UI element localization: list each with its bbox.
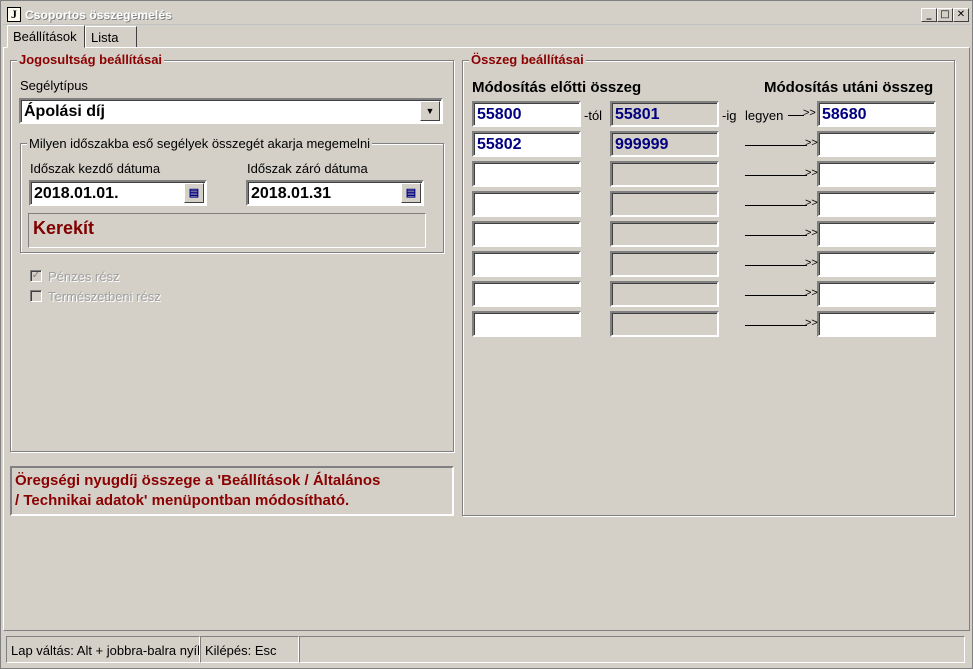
- new-amount-input[interactable]: [817, 221, 936, 247]
- new-amount-input[interactable]: [817, 251, 936, 277]
- legyen-label: legyen: [745, 108, 784, 123]
- arrow-icon: >>: [745, 137, 818, 150]
- status-bar: Lap váltás: Alt + jobbra-balra nyíl Kilé…: [3, 636, 970, 664]
- to-amount-field: [610, 251, 719, 277]
- info-message: Öregségi nyugdíj összege a 'Beállítások …: [10, 466, 454, 516]
- arrow-head: >>: [805, 227, 818, 239]
- start-date-field[interactable]: 2018.01.01. ▤: [29, 180, 207, 206]
- new-amount-input[interactable]: [817, 131, 936, 157]
- title-bar[interactable]: J Csoportos összegemelés _ □ ✕: [3, 3, 970, 25]
- minimize-button[interactable]: _: [921, 8, 937, 22]
- to-amount-field: 55801: [610, 101, 719, 127]
- start-date-label: Időszak kezdő dátuma: [30, 161, 161, 176]
- to-amount-field: 999999: [610, 131, 719, 157]
- end-date-field[interactable]: 2018.01.31 ▤: [246, 180, 424, 206]
- penzes-checkbox[interactable]: ✓: [30, 270, 42, 282]
- arrow-head: >>: [803, 107, 816, 119]
- arrow-head: >>: [805, 137, 818, 149]
- period-group-title: Milyen időszakba eső segélyek összegét a…: [27, 136, 373, 151]
- to-amount-field: [610, 311, 719, 337]
- to-amount-field: [610, 161, 719, 187]
- penzes-label: Pénzes rész: [48, 269, 120, 284]
- termeszetbeni-label: Természetbeni rész: [48, 289, 161, 304]
- calendar-icon[interactable]: ▤: [184, 183, 204, 203]
- new-amount-input[interactable]: [817, 191, 936, 217]
- close-button[interactable]: ✕: [953, 8, 969, 22]
- arrow-icon: >>: [745, 257, 818, 270]
- arrow-icon: >>: [745, 287, 818, 300]
- end-date-label: Időszak záró dátuma: [247, 161, 368, 176]
- arrow-head: >>: [805, 257, 818, 269]
- arrow-icon: >>: [745, 197, 818, 210]
- from-amount-input[interactable]: [472, 251, 581, 277]
- termeszetbeni-checkbox[interactable]: [30, 290, 42, 302]
- arrow-icon: >>: [745, 227, 818, 240]
- header-after: Módosítás utáni összeg: [764, 79, 934, 96]
- status-exit: Kilépés: Esc: [200, 636, 299, 663]
- from-amount-input[interactable]: [472, 281, 581, 307]
- start-date-value: 2018.01.01.: [34, 185, 119, 202]
- info-line-1: Öregségi nyugdíj összege a 'Beállítások …: [15, 472, 381, 489]
- window-title: Csoportos összegemelés: [25, 8, 172, 22]
- from-amount-input[interactable]: [472, 311, 581, 337]
- from-amount-input[interactable]: 55802: [472, 131, 581, 157]
- application-window: J Csoportos összegemelés _ □ ✕ Beállítás…: [0, 0, 973, 669]
- new-amount-input[interactable]: [817, 281, 936, 307]
- tab-beallitasok[interactable]: Beállítások: [7, 25, 85, 48]
- segelytipus-select[interactable]: Ápolási díj ▼: [19, 98, 443, 124]
- end-date-value: 2018.01.31: [251, 185, 332, 202]
- arrow-icon: >>: [745, 317, 818, 330]
- arrow-head: >>: [805, 287, 818, 299]
- from-amount-input[interactable]: [472, 221, 581, 247]
- maximize-button[interactable]: □: [937, 8, 953, 22]
- arrow-head: >>: [805, 197, 818, 209]
- segelytipus-value: Ápolási díj: [24, 103, 105, 120]
- tol-label: -tól: [584, 108, 603, 123]
- to-amount-field: [610, 281, 719, 307]
- segelytipus-label: Segélytípus: [20, 78, 88, 93]
- status-nav: Lap váltás: Alt + jobbra-balra nyíl: [6, 636, 200, 663]
- osszeg-group-title: Összeg beállításai: [469, 52, 586, 67]
- new-amount-input[interactable]: 58680: [817, 101, 936, 127]
- to-amount-field: [610, 221, 719, 247]
- status-extra: [299, 636, 965, 663]
- calendar-icon[interactable]: ▤: [401, 183, 421, 203]
- arrow-head: >>: [805, 167, 818, 179]
- chevron-down-icon[interactable]: ▼: [420, 101, 440, 121]
- ig-label: -ig: [722, 108, 737, 123]
- kerekit-button[interactable]: Kerekít: [28, 213, 426, 248]
- from-amount-input[interactable]: [472, 191, 581, 217]
- tab-lista[interactable]: Lista: [85, 26, 137, 48]
- new-amount-input[interactable]: [817, 311, 936, 337]
- new-amount-input[interactable]: [817, 161, 936, 187]
- jogosultsag-group-title: Jogosultság beállításai: [17, 52, 165, 67]
- to-amount-field: [610, 191, 719, 217]
- from-amount-input[interactable]: 55800: [472, 101, 581, 127]
- header-before: Módosítás előtti összeg: [472, 79, 642, 96]
- from-amount-input[interactable]: [472, 161, 581, 187]
- info-line-2: / Technikai adatok' menüpontban módosíth…: [15, 492, 350, 509]
- app-icon: J: [7, 7, 21, 22]
- arrow-head: >>: [805, 317, 818, 329]
- arrow-icon: >>: [745, 167, 818, 180]
- arrow-icon: >>: [788, 107, 816, 120]
